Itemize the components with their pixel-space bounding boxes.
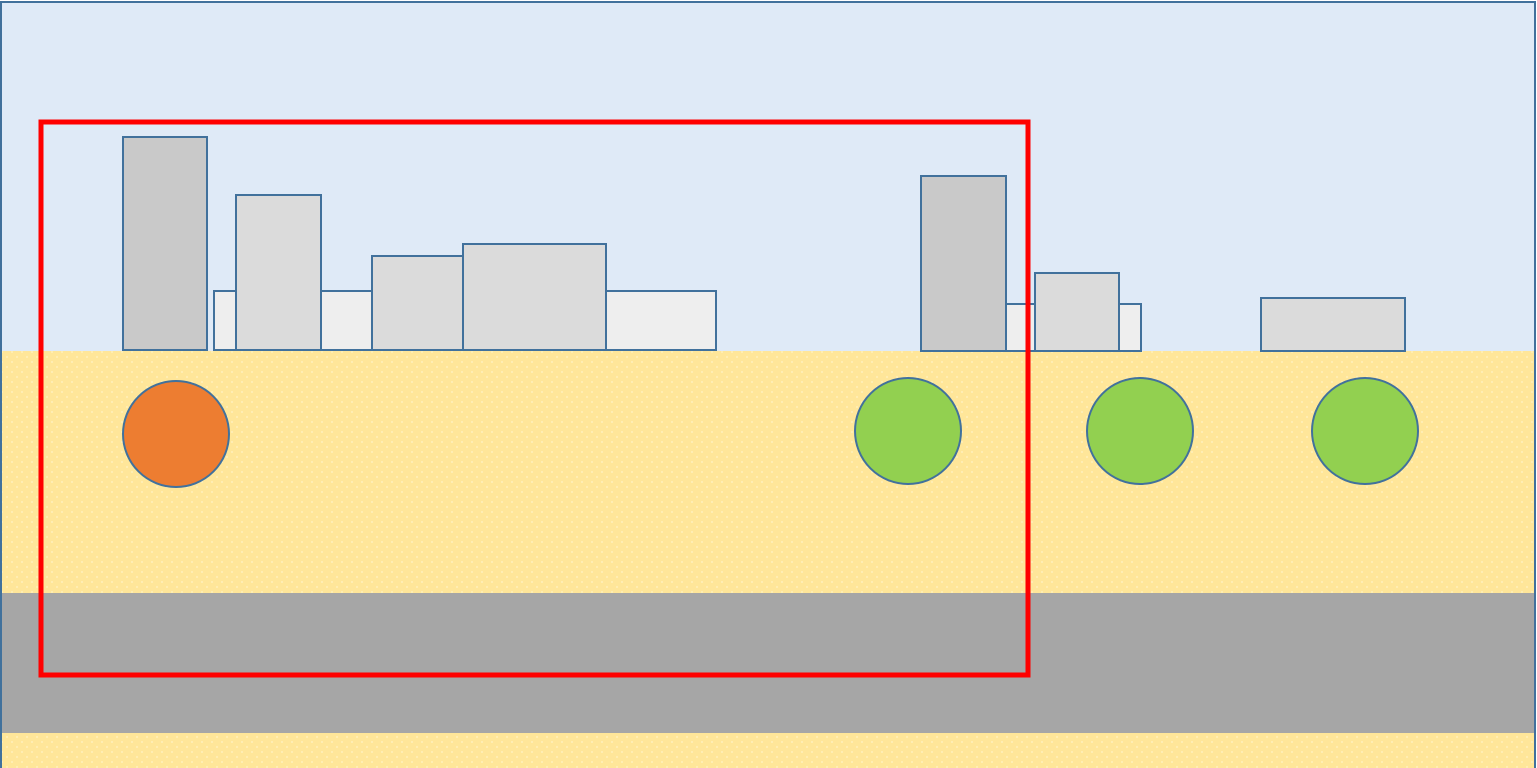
- scene-canvas: [0, 0, 1537, 768]
- person-highlighted[interactable]: [122, 380, 230, 488]
- sand-area-upper: [1, 351, 1536, 593]
- building-wide[interactable]: [462, 243, 607, 351]
- building-tall-left[interactable]: [122, 136, 208, 351]
- sand-area-lower: [1, 733, 1536, 768]
- person[interactable]: [854, 377, 962, 485]
- building-small[interactable]: [371, 255, 465, 351]
- building-small-right[interactable]: [1034, 272, 1120, 352]
- person[interactable]: [1311, 377, 1419, 485]
- scene-svg: [0, 1, 1536, 768]
- building-tall-right[interactable]: [920, 175, 1007, 352]
- building-far-right[interactable]: [1260, 297, 1406, 352]
- person[interactable]: [1086, 377, 1194, 485]
- building-medium[interactable]: [235, 194, 322, 351]
- road: [1, 593, 1536, 733]
